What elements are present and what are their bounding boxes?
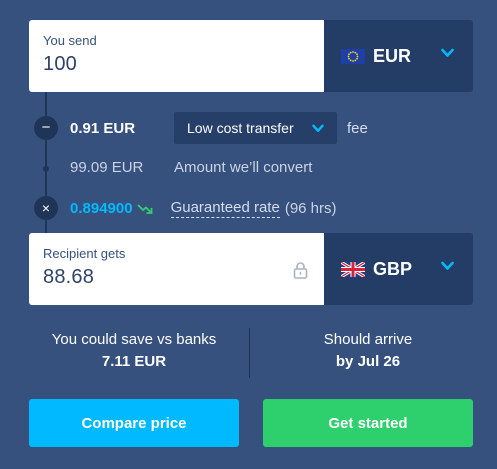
chevron-down-icon (441, 48, 454, 57)
send-amount-field[interactable]: You send 100 (29, 20, 324, 92)
arrival-info: Should arrive by Jul 26 (263, 331, 473, 370)
convert-label: Amount we’ll convert (174, 159, 313, 176)
send-currency-code: EUR (373, 45, 412, 66)
transfer-calculator: You send 100 EUR − 0.91 EUR Low cost tra… (29, 20, 473, 450)
fee-type-label: Low cost transfer (187, 120, 294, 136)
transfer-info: You could save vs banks 7.11 EUR Should … (29, 322, 473, 382)
timeline-dot (43, 166, 49, 172)
compare-price-button[interactable]: Compare price (29, 399, 239, 447)
chevron-down-icon (441, 261, 454, 270)
trend-down-icon (136, 203, 152, 214)
savings-info: You could save vs banks 7.11 EUR (29, 331, 239, 370)
receive-label: Recipient gets (43, 246, 126, 261)
exchange-rate: 0.894900 (70, 200, 133, 217)
lock-icon[interactable] (293, 261, 308, 279)
fee-row: 0.91 EUR Low cost transfer fee (70, 112, 368, 144)
receive-currency-code: GBP (373, 258, 413, 279)
send-currency-select[interactable]: EUR (324, 20, 473, 92)
rate-duration: (96 hrs) (284, 200, 337, 217)
fee-amount: 0.91 EUR (70, 119, 136, 137)
receive-row: Recipient gets 88.68 GBP (29, 233, 473, 305)
savings-value: 7.11 EUR (101, 353, 167, 370)
uk-flag-icon (341, 261, 365, 277)
minus-icon: − (34, 116, 58, 140)
receive-currency-select[interactable]: GBP (324, 233, 473, 305)
times-icon: × (34, 196, 58, 220)
arrival-label: Should arrive (323, 331, 413, 348)
info-divider (249, 328, 250, 378)
send-amount-input[interactable]: 100 (43, 53, 310, 76)
chevron-down-icon (312, 124, 324, 133)
convert-amount: 99.09 EUR (70, 159, 144, 176)
receive-amount-input[interactable]: 88.68 (43, 266, 310, 289)
guaranteed-rate-link[interactable]: Guaranteed rate (170, 199, 280, 218)
fee-breakdown: − 0.91 EUR Low cost transfer fee 99.09 E… (29, 92, 473, 233)
receive-amount-field[interactable]: Recipient gets 88.68 (29, 233, 324, 305)
eu-flag-icon (341, 48, 365, 64)
fee-word: fee (347, 119, 368, 137)
get-started-button[interactable]: Get started (263, 399, 473, 447)
arrival-value: by Jul 26 (335, 353, 401, 370)
savings-label: You could save vs banks (51, 331, 217, 348)
send-label: You send (43, 33, 97, 48)
rate-row: 0.894900 Guaranteed rate (96 hrs) (70, 199, 337, 218)
convert-row: 99.09 EUR Amount we’ll convert (70, 159, 312, 176)
fee-type-select[interactable]: Low cost transfer (174, 112, 337, 144)
send-row: You send 100 EUR (29, 20, 473, 92)
